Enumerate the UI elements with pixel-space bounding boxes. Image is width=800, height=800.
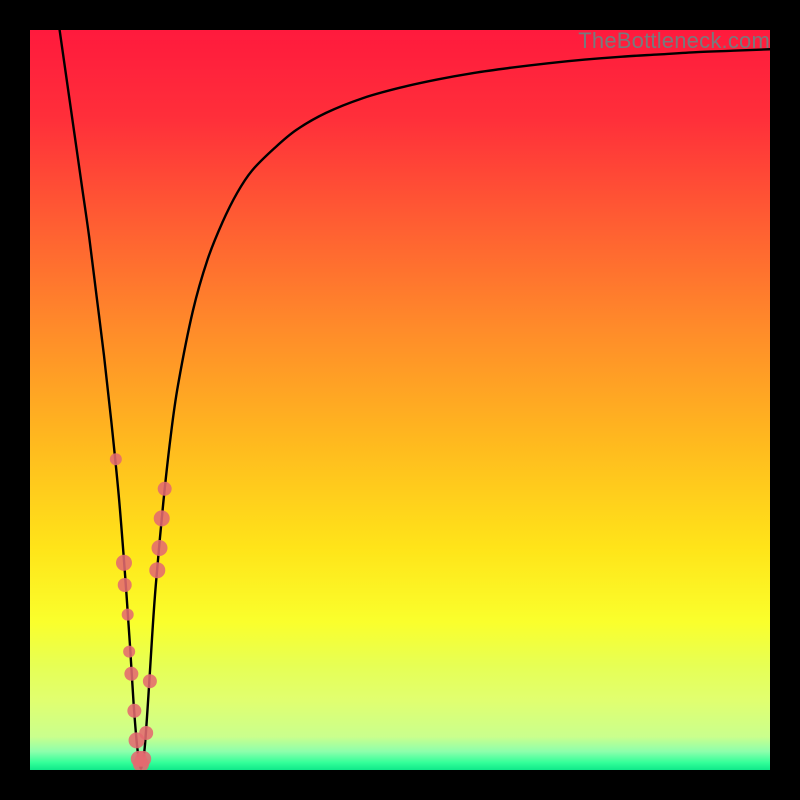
data-point: [118, 578, 132, 592]
data-point: [123, 646, 135, 658]
curve-layer: [30, 30, 770, 770]
data-point: [158, 482, 172, 496]
data-point: [154, 510, 170, 526]
plot-area: [30, 30, 770, 770]
data-point: [122, 609, 134, 621]
data-point: [110, 453, 122, 465]
data-point: [149, 562, 165, 578]
data-point: [135, 751, 151, 767]
data-point: [124, 667, 138, 681]
bottleneck-curve: [60, 30, 770, 769]
data-point: [152, 540, 168, 556]
data-point: [139, 726, 153, 740]
watermark-text: TheBottleneck.com: [578, 28, 770, 54]
data-point: [127, 704, 141, 718]
chart-frame: TheBottleneck.com: [0, 0, 800, 800]
data-point: [116, 555, 132, 571]
data-point: [143, 674, 157, 688]
